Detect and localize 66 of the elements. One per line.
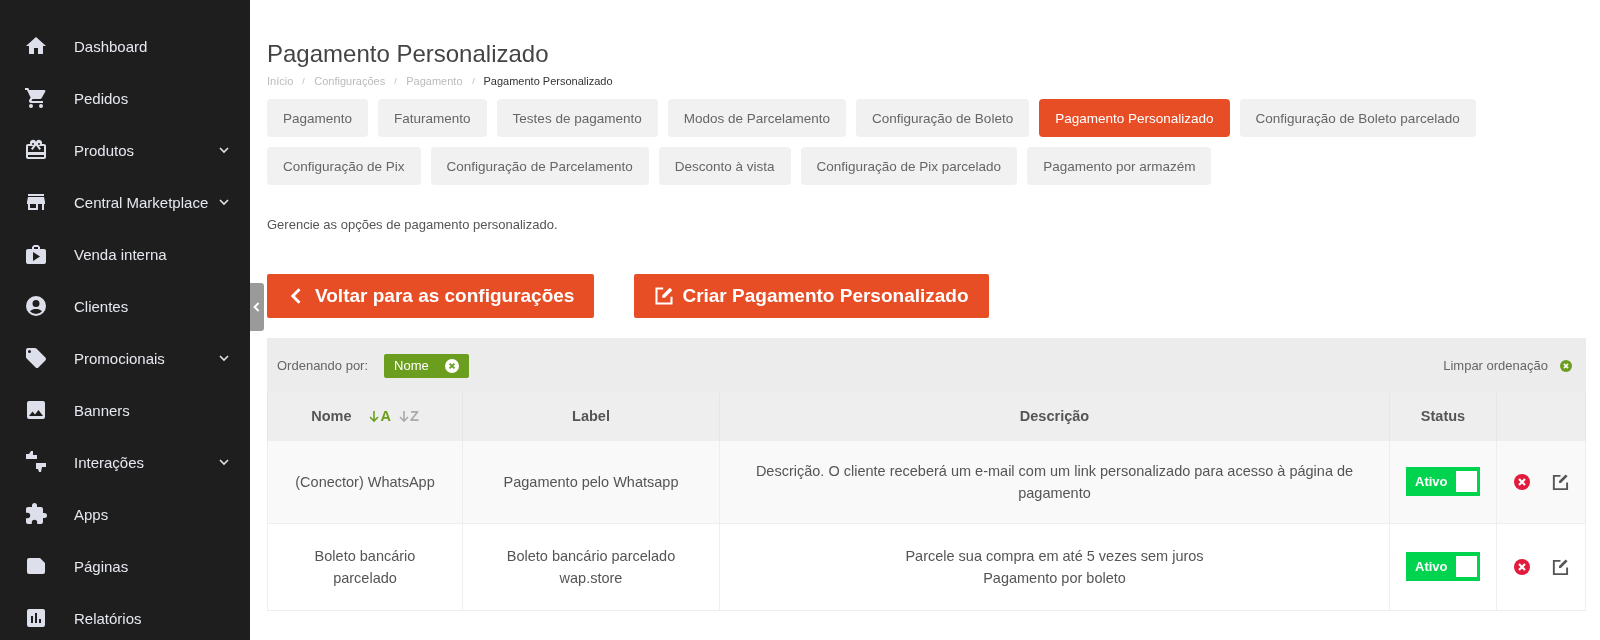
table-cell-text: Boleto bancário parcelado wap.store <box>505 546 677 588</box>
edit-icon <box>654 286 675 306</box>
sidebar-item[interactable]: Pedidos <box>0 72 250 124</box>
tab[interactable]: Configuração de Parcelamento <box>430 147 649 185</box>
tab[interactable]: Configuração de Pix <box>267 147 421 185</box>
table-cell-text: Pagamento pelo Whatsapp <box>503 472 679 492</box>
remove-icon <box>444 358 459 373</box>
sort-label: Ordenando por: <box>277 358 369 373</box>
tab[interactable]: Faturamento <box>378 99 487 137</box>
tab[interactable]: Pagamento Personalizado <box>1039 99 1230 137</box>
cart-icon <box>24 86 48 110</box>
edit-icon[interactable] <box>1551 472 1569 491</box>
chevron-left-icon <box>253 302 261 312</box>
tab[interactable]: Modos de Parcelamento <box>667 99 847 137</box>
back-button[interactable]: Voltar para as configurações <box>267 274 595 318</box>
sidebar-item[interactable]: Apps <box>0 488 250 540</box>
sidebar-item[interactable]: Central Marketplace <box>0 176 250 228</box>
column-header: Nome <box>311 408 352 425</box>
sidebar-item[interactable]: Clientes <box>0 280 250 332</box>
table-cell-text: Descrição. O cliente receberá um e-mail com um link personalizado para acesso à página de pagamento <box>754 461 1355 503</box>
delete-icon[interactable] <box>1513 557 1531 576</box>
image-icon <box>24 398 48 422</box>
tag-icon <box>24 346 48 370</box>
column-header: Label <box>572 408 610 425</box>
gift-icon <box>24 138 48 162</box>
sidebar-item[interactable]: Interações <box>0 436 250 488</box>
tab[interactable]: Configuração de Boleto parcelado <box>1239 99 1476 137</box>
sidebar-item[interactable]: Produtos <box>0 124 250 176</box>
sort-option[interactable]: A <box>369 408 391 425</box>
slash-icon <box>470 77 476 85</box>
tab[interactable]: Configuração de Boleto <box>856 99 1030 137</box>
edit-icon[interactable] <box>1551 557 1569 576</box>
arrow-down-icon <box>369 409 380 423</box>
column-header: Descrição <box>1019 408 1090 425</box>
sidebar-item[interactable]: Promocionais <box>0 332 250 384</box>
breadcrumb-current: Pagamento Personalizado <box>483 75 613 87</box>
tab[interactable]: Pagamento por armazém <box>1027 147 1212 185</box>
clear-sort-link[interactable]: Limpar ordenação <box>1443 358 1572 373</box>
arrow-down-icon <box>398 409 409 423</box>
user-icon <box>24 294 48 318</box>
sidebar-item[interactable]: Venda interna <box>0 228 250 280</box>
create-button[interactable]: Criar Pagamento Personalizado <box>634 274 989 318</box>
slash-icon <box>393 77 399 85</box>
sidebar-item[interactable]: Dashboard <box>0 20 250 72</box>
sidebar-item[interactable]: Páginas <box>0 540 250 592</box>
sidebar-item[interactable]: Relatórios <box>0 592 250 640</box>
sort-chip[interactable]: Nome <box>384 353 469 378</box>
tab[interactable]: Desconto à vista <box>658 147 791 185</box>
table-cell-text: (Conector) WhatsApp <box>295 472 435 492</box>
table-cell-text: Boleto bancário parcelado <box>313 546 417 588</box>
sidebar-item[interactable]: Banners <box>0 384 250 436</box>
clear-icon <box>1560 359 1572 372</box>
collapse-handle[interactable] <box>250 283 264 331</box>
briefcase-play-icon <box>24 242 48 266</box>
description-text: Gerencie as opções de pagamento personalizado. <box>267 217 559 232</box>
puzzle-icon <box>24 502 48 526</box>
column-header: Status <box>1420 408 1466 425</box>
slash-icon <box>301 77 307 85</box>
bar-chart-icon <box>24 606 48 630</box>
table-cell-text: Parcele sua compra em até 5 vezes sem juros Pagamento por boleto <box>905 546 1204 588</box>
tab[interactable]: Configuração de Pix parcelado <box>800 147 1018 185</box>
tab[interactable]: Testes de pagamento <box>496 99 658 137</box>
page-title: Pagamento Personalizado <box>267 40 550 68</box>
tab[interactable]: Pagamento <box>267 99 369 137</box>
thumbs-icon <box>24 450 48 474</box>
delete-icon[interactable] <box>1513 472 1531 491</box>
